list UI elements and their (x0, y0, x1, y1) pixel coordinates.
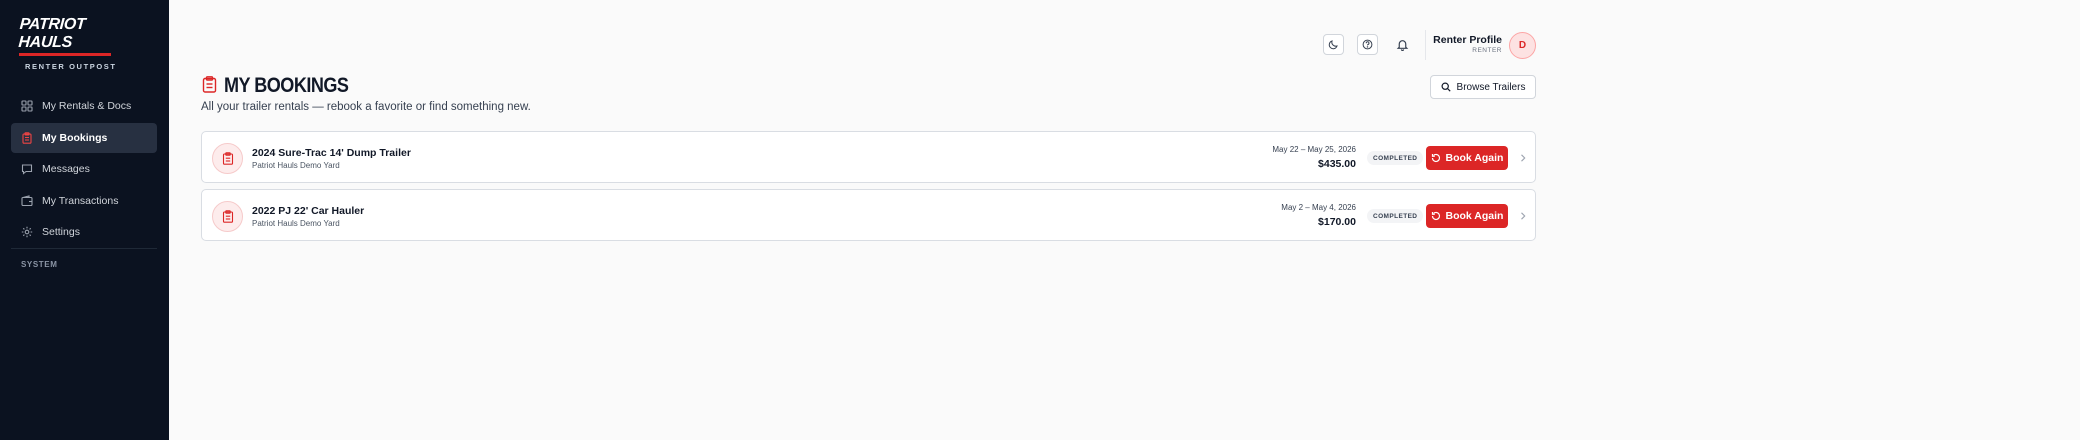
help-icon (1362, 39, 1373, 50)
moon-icon (1328, 40, 1338, 50)
clipboard-icon (222, 210, 233, 223)
sidebar-item-label: My Rentals & Docs (42, 100, 132, 112)
profile-role: RENTER (1472, 47, 1502, 54)
clipboard-icon (222, 152, 233, 165)
status-badge: COMPLETED (1367, 151, 1424, 165)
booking-dates: May 2 – May 4, 2026 (1281, 203, 1356, 212)
brand-title: PATRIOT HAULS (17, 16, 87, 51)
sidebar-item-my-rentals-docs[interactable]: My Rentals & Docs (11, 91, 157, 121)
browse-trailers-label: Browse Trailers (1456, 81, 1526, 93)
sidebar-nav: My Rentals & Docs My Bookings Messages M… (11, 91, 157, 249)
brand-logo[interactable]: PATRIOT HAULS RENTER OUTPOST (17, 16, 139, 71)
sidebar-item-label: Settings (42, 226, 80, 239)
sidebar: PATRIOT HAULS RENTER OUTPOST My Rentals … (0, 0, 169, 440)
grid-icon (21, 100, 33, 112)
browse-trailers-button[interactable]: Browse Trailers (1430, 75, 1536, 99)
sidebar-item-label: My Bookings (42, 131, 108, 144)
chevron-right-icon[interactable] (1518, 211, 1528, 221)
booking-price: $170.00 (1318, 216, 1356, 228)
search-icon (1441, 82, 1451, 92)
wallet-icon (21, 195, 33, 207)
booking-name[interactable]: 2022 PJ 22' Car Hauler (252, 205, 364, 217)
sidebar-section-label: SYSTEM (21, 260, 58, 269)
help-button[interactable] (1357, 34, 1378, 55)
booking-icon (212, 143, 243, 174)
status-badge: COMPLETED (1367, 209, 1424, 223)
booking-name[interactable]: 2024 Sure-Trac 14' Dump Trailer (252, 147, 411, 159)
page-title: MY BOOKINGS (224, 74, 349, 97)
clipboard-icon (202, 76, 217, 93)
bell-icon[interactable] (1396, 38, 1409, 51)
brand-stripe (19, 53, 111, 56)
brand-subtitle: RENTER OUTPOST (25, 62, 117, 71)
avatar[interactable]: D (1509, 32, 1536, 59)
profile-name[interactable]: Renter Profile (1433, 34, 1502, 46)
book-again-button[interactable]: Book Again (1426, 146, 1508, 170)
booking-location: Patriot Hauls Demo Yard (252, 219, 340, 228)
sidebar-item-settings[interactable]: Settings (11, 217, 157, 247)
sidebar-item-my-transactions[interactable]: My Transactions (11, 186, 157, 216)
clipboard-icon (21, 131, 33, 144)
booking-icon (212, 201, 243, 232)
header-divider (1425, 30, 1426, 60)
booking-dates: May 22 – May 25, 2026 (1272, 145, 1356, 154)
sidebar-item-label: My Transactions (42, 194, 119, 207)
booking-location: Patriot Hauls Demo Yard (252, 161, 340, 170)
page-subtitle: All your trailer rentals — rebook a favo… (201, 101, 531, 113)
sidebar-divider (11, 248, 157, 249)
booking-row[interactable]: 2022 PJ 22' Car Hauler Patriot Hauls Dem… (201, 189, 1536, 241)
rotate-icon (1431, 153, 1440, 163)
sidebar-item-label: Messages (42, 163, 90, 176)
sidebar-item-my-bookings[interactable]: My Bookings (11, 122, 157, 153)
gear-icon (21, 226, 33, 238)
sidebar-item-messages[interactable]: Messages (11, 154, 157, 184)
message-icon (21, 163, 33, 175)
booking-price: $435.00 (1318, 158, 1356, 170)
book-again-label: Book Again (1445, 210, 1504, 222)
book-again-button[interactable]: Book Again (1426, 204, 1508, 228)
book-again-label: Book Again (1445, 152, 1504, 164)
booking-row[interactable]: 2024 Sure-Trac 14' Dump Trailer Patriot … (201, 131, 1536, 183)
rotate-icon (1431, 211, 1440, 221)
theme-toggle-button[interactable] (1323, 34, 1344, 55)
chevron-right-icon[interactable] (1518, 153, 1528, 163)
